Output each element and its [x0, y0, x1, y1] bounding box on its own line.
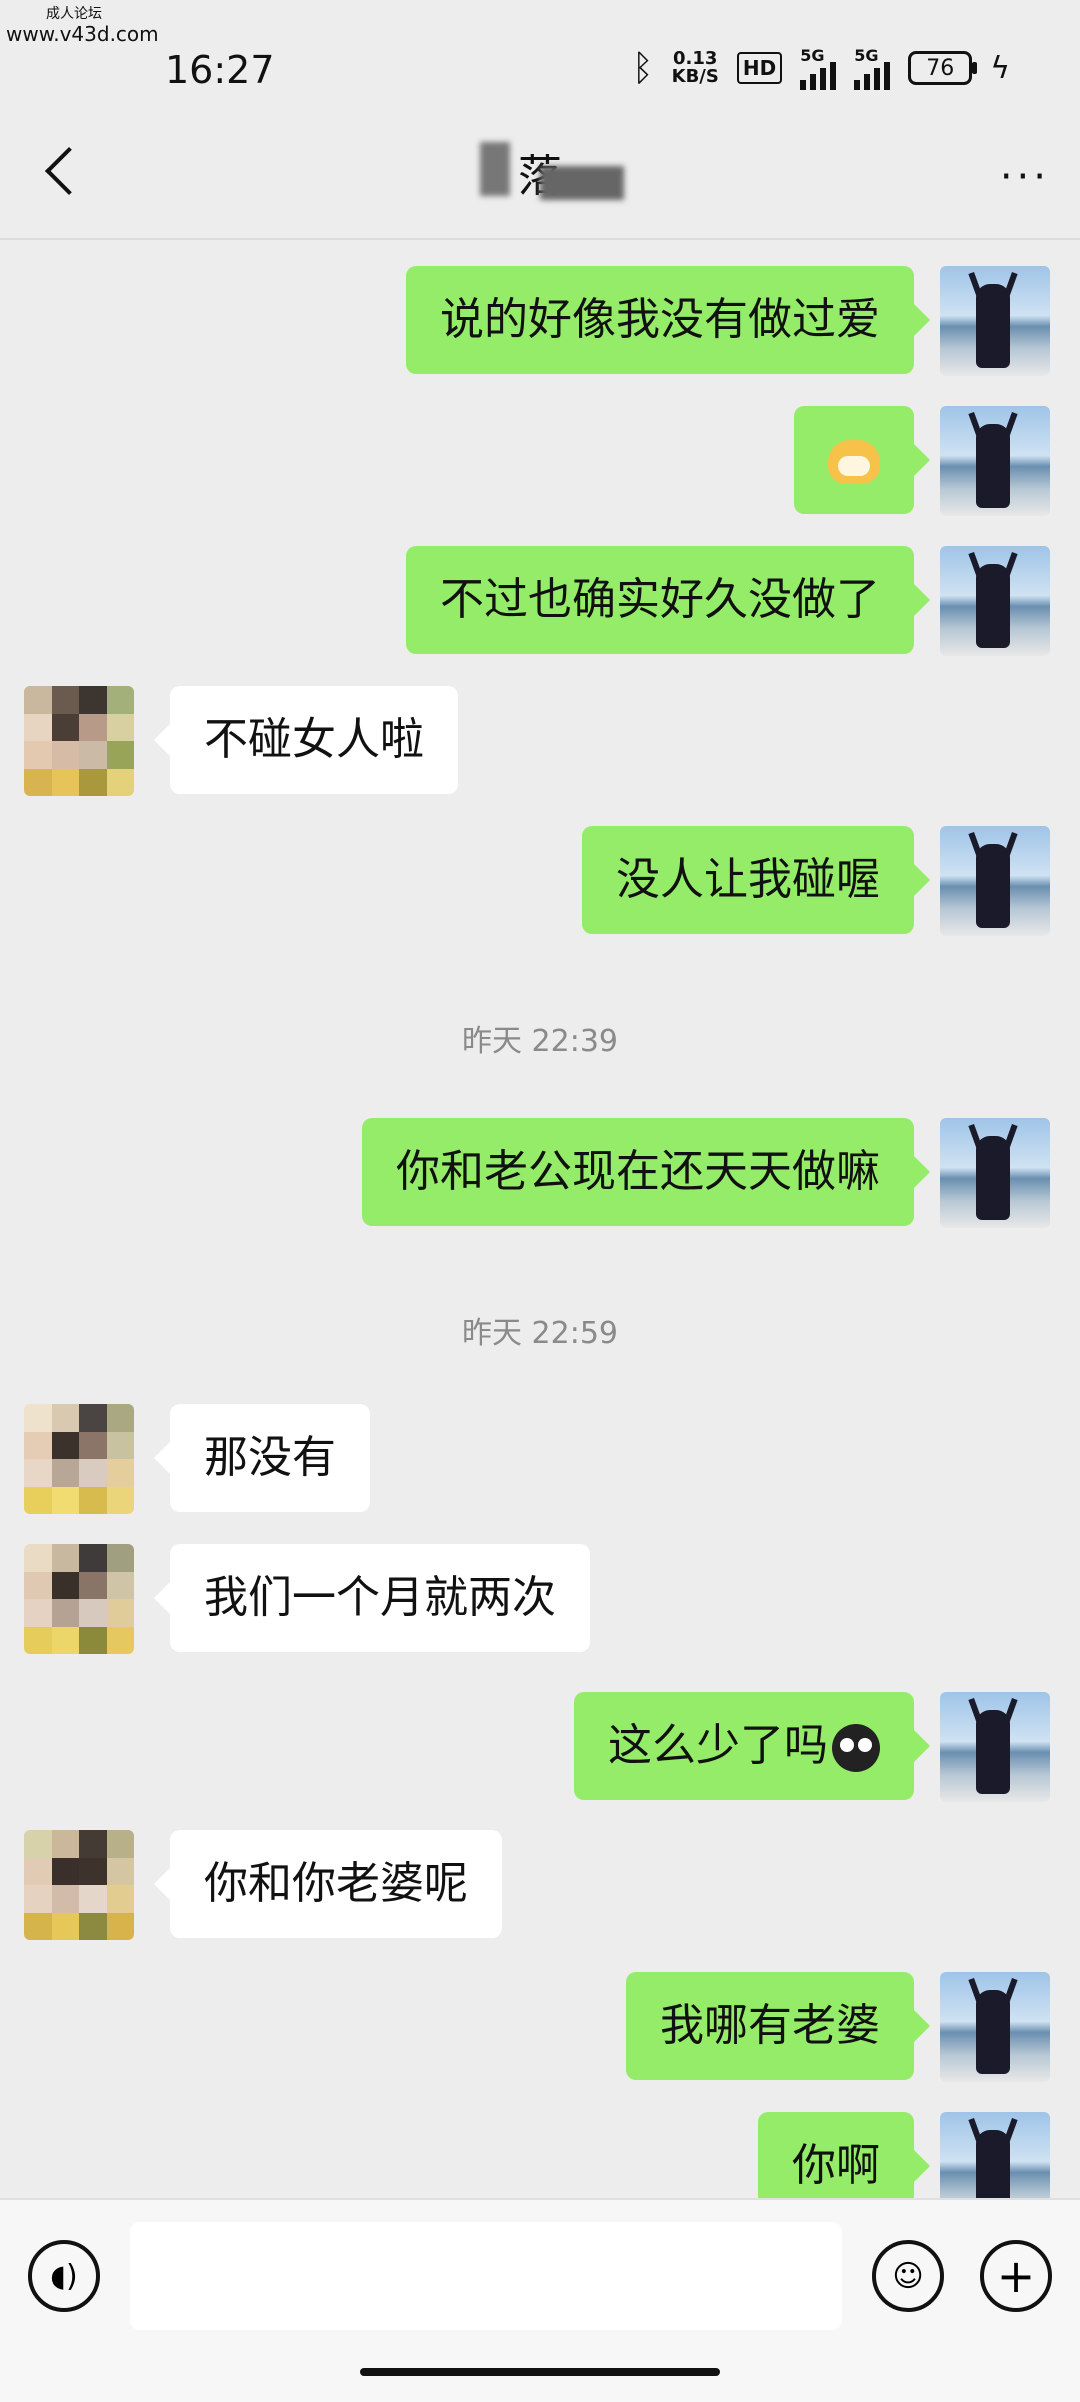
signal-icon-1: 5G [800, 46, 837, 90]
signal-icon-2: 5G [854, 46, 891, 90]
watermark-line1: 成人论坛 [46, 6, 102, 22]
more-options-icon[interactable]: ··· [1000, 154, 1050, 200]
signal-label-2: 5G [854, 46, 879, 65]
self-avatar[interactable] [940, 266, 1050, 376]
status-bar: 16:27 ᛒ 0.13 KB/S HD 5G 5G 76 ϟ [0, 30, 1080, 110]
name-redaction [540, 166, 624, 200]
message-bubble-sent[interactable]: 不过也确实好久没做了 [406, 546, 930, 654]
hd-badge: HD [736, 52, 783, 84]
self-avatar[interactable] [940, 1118, 1050, 1228]
message-input[interactable] [130, 2222, 842, 2330]
self-avatar[interactable] [940, 826, 1050, 936]
message-bubble-received[interactable]: 我们一个月就两次 [154, 1544, 590, 1652]
emoji-icon[interactable]: ☺ [872, 2240, 944, 2312]
battery-level: 76 [926, 55, 955, 81]
message-bubble-sent[interactable]: 没人让我碰喔 [582, 826, 930, 934]
signal-label-1: 5G [800, 46, 825, 65]
net-speed-unit: KB/S [671, 66, 719, 87]
message-bubble-received[interactable]: 不碰女人啦 [154, 686, 458, 794]
voice-input-icon[interactable]: ◖) [28, 2240, 100, 2312]
contact-avatar[interactable] [24, 686, 134, 796]
message-bubble-sent[interactable]: 我哪有老婆 [626, 1972, 930, 2080]
self-avatar[interactable] [940, 546, 1050, 656]
message-bubble-sent[interactable] [794, 406, 930, 514]
message-bubble-sent[interactable]: 你和老公现在还天天做嘛 [362, 1118, 930, 1226]
self-avatar[interactable] [940, 1692, 1050, 1802]
message-text: 这么少了吗 [608, 1720, 828, 1771]
shocked-emoji-icon [832, 1724, 880, 1772]
message-bubble-received[interactable]: 你和你老婆呢 [154, 1830, 502, 1938]
message-bubble-received[interactable]: 那没有 [154, 1404, 370, 1512]
message-bubble-sent[interactable]: 这么少了吗 [574, 1692, 930, 1800]
message-timestamp: 昨天 22:59 [462, 1316, 618, 1351]
home-indicator[interactable] [360, 2368, 720, 2376]
battery-icon: 76 [908, 51, 978, 85]
contact-avatar[interactable] [24, 1404, 134, 1514]
charging-icon: ϟ [990, 50, 1010, 86]
contact-avatar[interactable] [24, 1544, 134, 1654]
message-bubble-sent[interactable]: 说的好像我没有做过爱 [406, 266, 930, 374]
plus-icon[interactable]: + [980, 2240, 1052, 2312]
bluetooth-icon: ᛒ [632, 47, 654, 89]
name-redaction [480, 142, 510, 196]
header-divider [0, 238, 1080, 240]
net-speed: 0.13 KB/S [672, 50, 719, 86]
message-timestamp: 昨天 22:39 [462, 1024, 618, 1059]
doge-emoji-icon [828, 440, 880, 484]
self-avatar[interactable] [940, 1972, 1050, 2082]
self-avatar[interactable] [940, 406, 1050, 516]
status-time: 16:27 [165, 48, 275, 92]
contact-avatar[interactable] [24, 1830, 134, 1940]
